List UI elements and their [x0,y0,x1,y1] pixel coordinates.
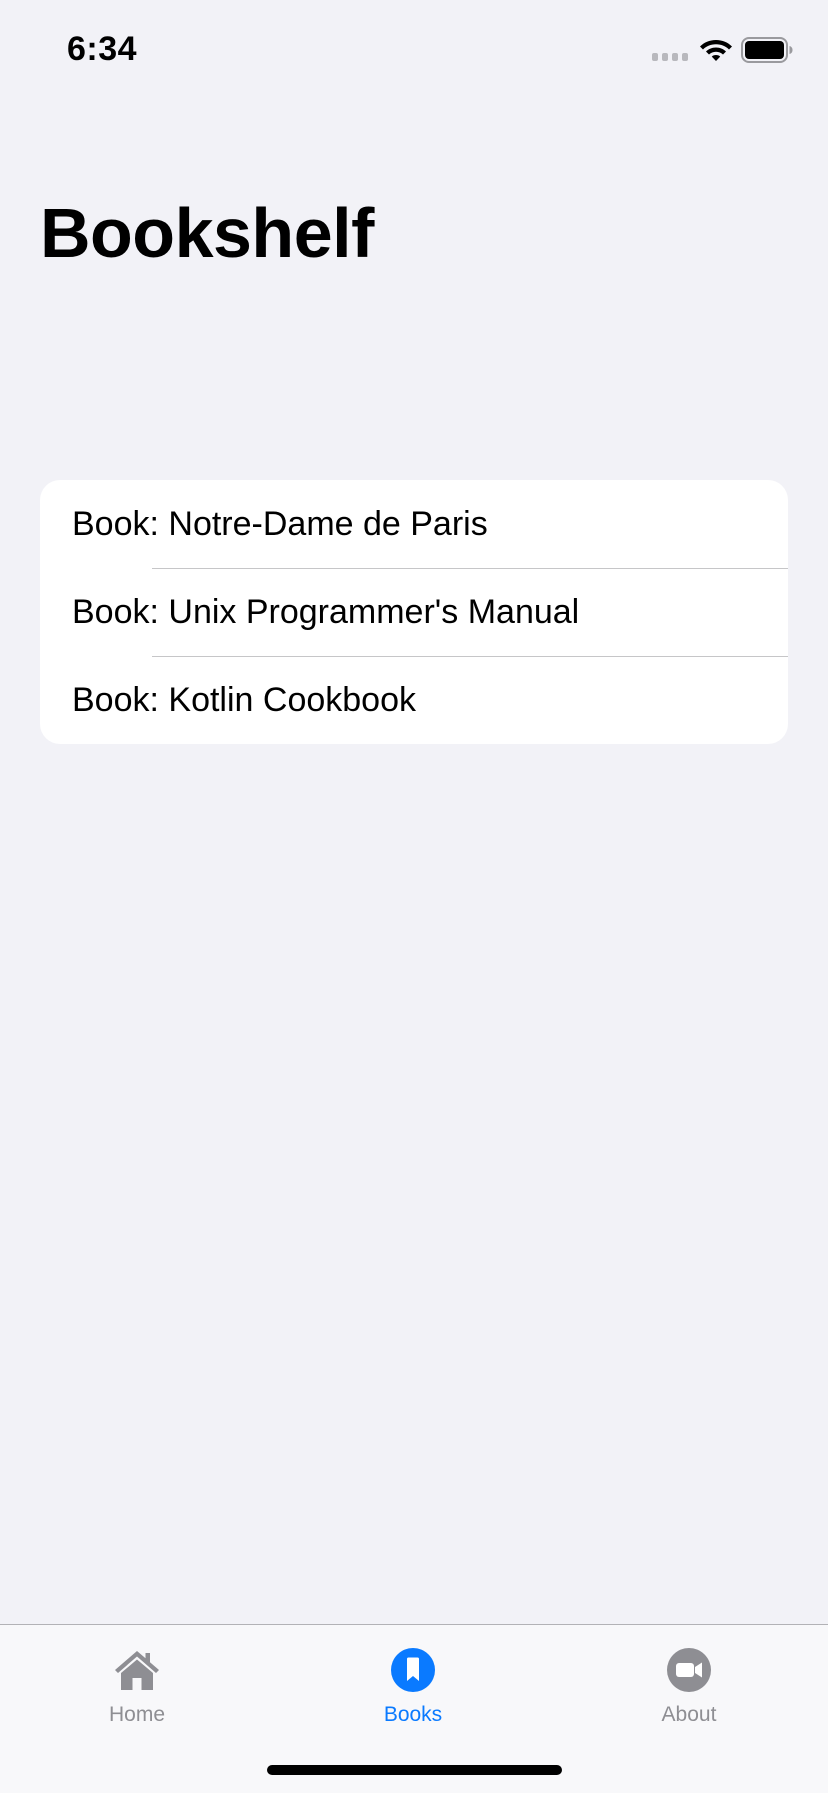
cellular-signal-icon [652,53,688,61]
tab-label: About [661,1703,717,1726]
list-item[interactable]: Book: Kotlin Cookbook [40,656,788,744]
home-indicator[interactable] [267,1765,562,1775]
book-list: Book: Notre-Dame de Paris Book: Unix Pro… [40,480,788,744]
status-bar: 6:34 [0,0,828,100]
tab-label: Home [108,1703,166,1726]
video-camera-circle-icon [667,1648,711,1692]
tab-about[interactable]: About [609,1645,769,1727]
bookmark-circle-icon [391,1648,435,1692]
wifi-icon [700,40,732,61]
tab-books[interactable]: Books [333,1645,493,1727]
page-title: Bookshelf [40,194,374,272]
battery-icon [741,37,793,63]
status-time: 6:34 [67,30,138,68]
list-item[interactable]: Book: Notre-Dame de Paris [40,480,788,568]
house-icon [115,1651,159,1690]
tab-home[interactable]: Home [57,1645,217,1727]
tab-label: Books [383,1703,443,1726]
list-item[interactable]: Book: Unix Programmer's Manual [40,568,788,656]
